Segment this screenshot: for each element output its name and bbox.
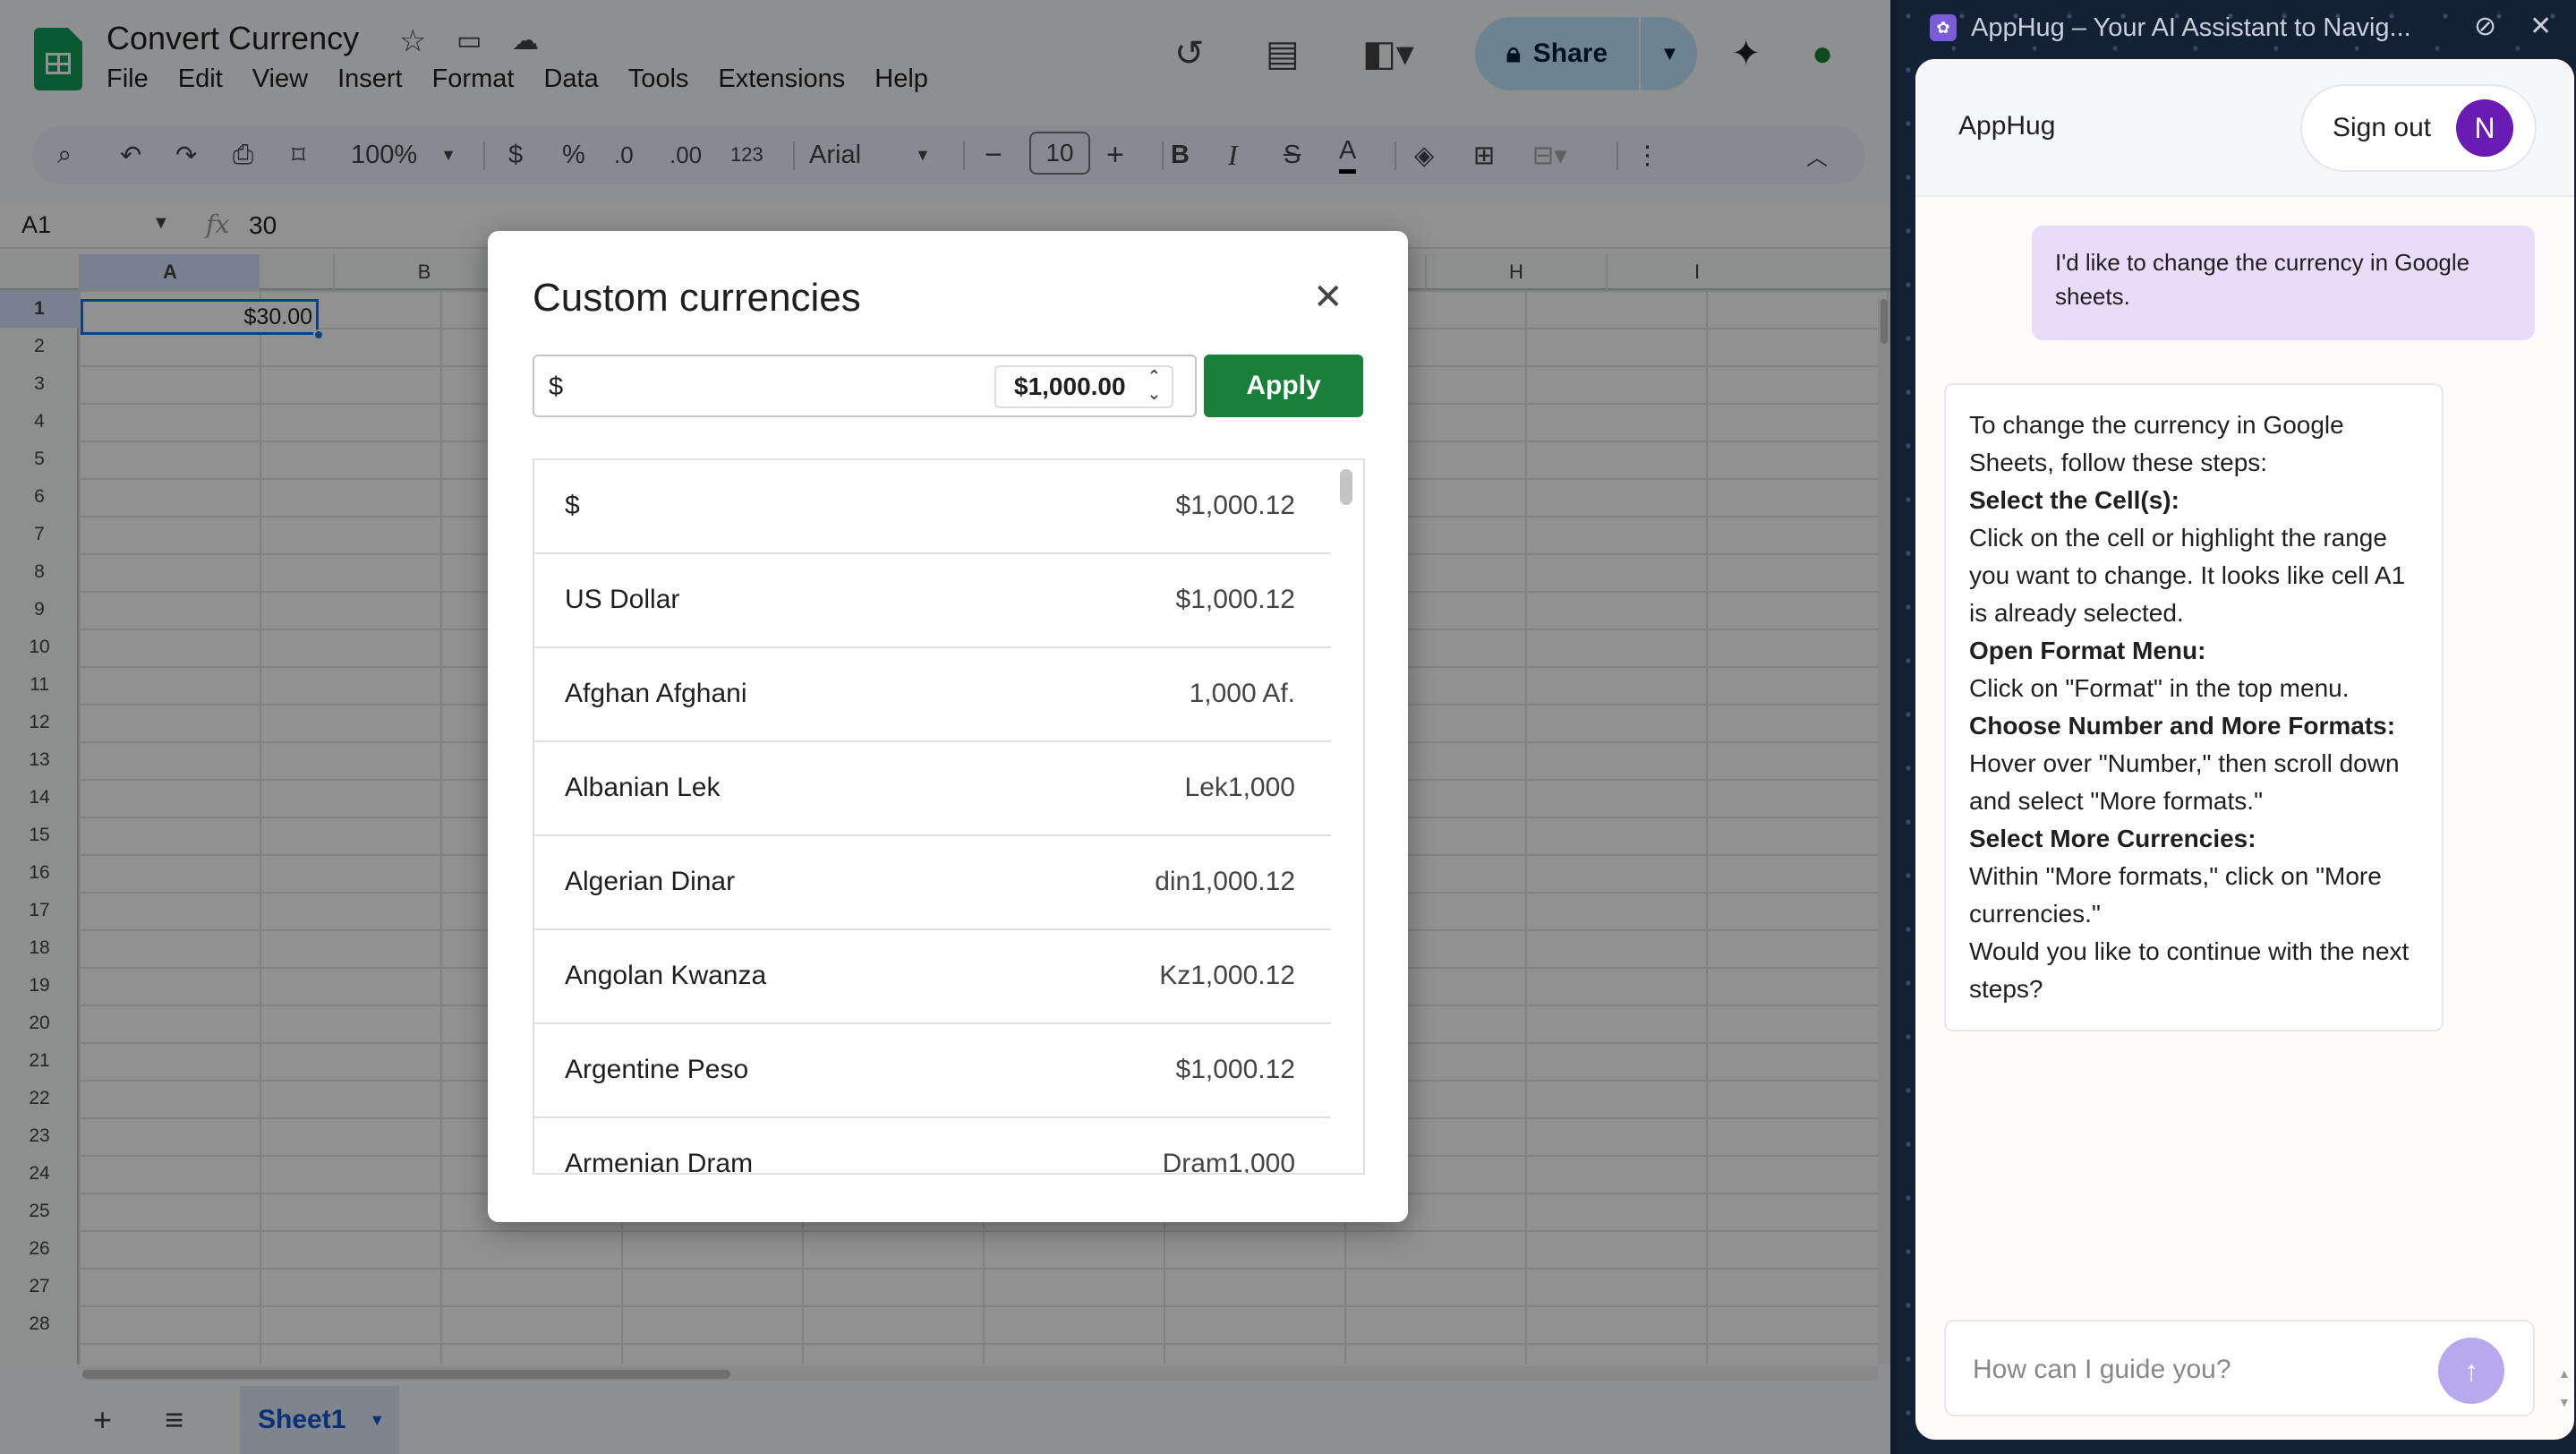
currency-name: Armenian Dram (565, 1149, 754, 1175)
currency-search-field[interactable]: $ $1,000.00 ⌃ ⌄ (533, 355, 1197, 417)
sign-out-label: Sign out (2333, 113, 2432, 142)
currency-list-item[interactable]: Argentine Peso $1,000.12 (534, 1024, 1331, 1118)
currency-example: 1,000 Af. (1189, 679, 1295, 708)
user-message: I'd like to change the currency in Googl… (2032, 226, 2535, 340)
currency-example: Dram1,000 (1162, 1149, 1295, 1175)
currency-example: $1,000.12 (1175, 585, 1295, 614)
step-text: Click on "Format" in the top menu. (1969, 674, 2350, 702)
currency-example: Lek1,000 (1184, 773, 1295, 802)
chat-input[interactable] (1973, 1348, 2420, 1391)
panel-scroll-arrows[interactable]: ▲ ▼ (2558, 1366, 2571, 1409)
list-scrollbar[interactable] (1340, 469, 1352, 505)
send-icon: ↑ (2464, 1354, 2478, 1387)
apphug-window: AppHug Sign out N I'd like to change the… (1915, 59, 2574, 1440)
assistant-message: To change the currency in Google Sheets,… (1944, 383, 2444, 1031)
currency-name: Albanian Lek (565, 773, 721, 802)
currency-list-item[interactable]: Angolan Kwanza Kz1,000.12 (534, 930, 1331, 1024)
currency-list-item[interactable]: $ $1,000.12 (534, 460, 1331, 554)
currency-example: $1,000.12 (1175, 1055, 1295, 1084)
custom-currencies-dialog: Custom currencies ✕ $ $1,000.00 ⌃ ⌄ Apply… (488, 231, 1408, 1222)
unpin-icon[interactable]: ⊘ (2474, 9, 2496, 45)
sign-out-button[interactable]: Sign out N (2300, 84, 2537, 172)
currency-list-item[interactable]: US Dollar $1,000.12 (534, 554, 1331, 648)
currency-example: $1,000.12 (1175, 491, 1295, 520)
step-title: Open Format Menu: (1969, 637, 2206, 664)
currency-name: Argentine Peso (565, 1055, 749, 1084)
currency-search-value: $ (549, 372, 564, 401)
step-title: Select the Cell(s): (1969, 486, 2179, 514)
step-text: Hover over "Number," then scroll down an… (1969, 749, 2400, 815)
panel-tab: ✿ AppHug – Your AI Assistant to Navig... (1930, 7, 2411, 48)
close-icon[interactable]: ✕ (2529, 9, 2552, 45)
panel-tab-title: AppHug – Your AI Assistant to Navig... (1971, 13, 2411, 42)
send-button[interactable]: ↑ (2438, 1338, 2504, 1404)
currency-name: US Dollar (565, 585, 680, 614)
currency-name: Angolan Kwanza (565, 961, 767, 990)
apphug-logo-icon: ✿ (1930, 14, 1957, 41)
format-preview-value: $1,000.00 (1014, 372, 1126, 400)
stepper-icon: ⌃ ⌄ (1147, 367, 1161, 403)
currency-name: Algerian Dinar (565, 867, 736, 896)
currency-list: Armenian Dram Dram1,000 Argentine Peso $1,0… (533, 458, 1365, 1175)
apphug-panel: ✿ AppHug – Your AI Assistant to Navig...… (1898, 0, 2576, 1454)
assistant-intro: To change the currency in Google Sheets,… (1969, 411, 2344, 476)
step-text: Within "More formats," click on "More cu… (1969, 862, 2382, 928)
currency-list-item[interactable]: Armenian Dram Dram1,000 (534, 1118, 1331, 1175)
assistant-outro: Would you like to continue with the next… (1969, 937, 2410, 1003)
currency-name: Afghan Afghani (565, 679, 747, 708)
apply-button[interactable]: Apply (1204, 355, 1363, 417)
currency-example: Kz1,000.12 (1159, 961, 1295, 990)
apphug-header: AppHug Sign out N (1915, 59, 2574, 197)
currency-list-item[interactable]: Algerian Dinar din1,000.12 (534, 836, 1331, 930)
step-title: Choose Number and More Formats: (1969, 712, 2396, 740)
format-preview-select[interactable]: $1,000.00 ⌃ ⌄ (994, 365, 1173, 408)
step-title: Select More Currencies: (1969, 825, 2256, 852)
sheets-app: Convert Currency ☆ ▭ ☁ File Edit View In… (0, 0, 1890, 1454)
dialog-title: Custom currencies (533, 276, 861, 320)
currency-list-item[interactable]: Afghan Afghani 1,000 Af. (534, 648, 1331, 742)
currency-name: $ (565, 491, 580, 520)
close-icon[interactable]: ✕ (1313, 279, 1343, 315)
apphug-brand: AppHug (1958, 111, 2056, 141)
chat-input-box: ↑ (1944, 1320, 2535, 1416)
currency-list-item[interactable]: Albanian Lek Lek1,000 (534, 742, 1331, 836)
avatar[interactable]: N (2456, 99, 2514, 157)
currency-example: din1,000.12 (1155, 867, 1295, 896)
step-text: Click on the cell or highlight the range… (1969, 524, 2406, 627)
